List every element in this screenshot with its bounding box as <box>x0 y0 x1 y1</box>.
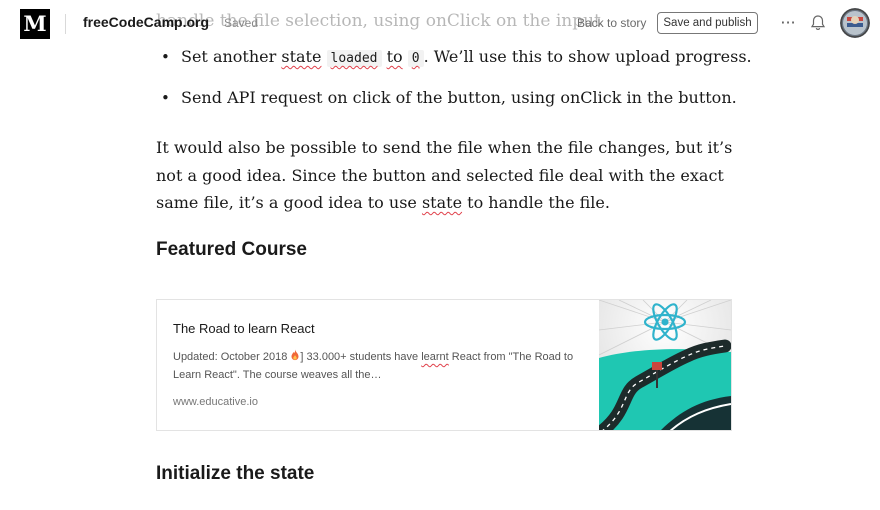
flame-icon <box>291 349 299 361</box>
article-paragraph: It would also be possible to send the fi… <box>156 134 736 217</box>
user-avatar[interactable] <box>840 8 870 38</box>
list-item: Set another state loaded to 0. We’ll use… <box>160 44 760 72</box>
spellcheck-word: state <box>281 47 322 66</box>
bullet-text: Set another <box>181 47 282 66</box>
back-to-story-link[interactable]: Back to story <box>577 16 646 30</box>
embed-desc-text: Updated: October 2018 <box>173 351 291 363</box>
save-and-publish-button[interactable]: Save and publish <box>657 12 758 34</box>
inline-code: loaded <box>326 50 382 67</box>
bullet-text: Send API request on click of the button,… <box>181 88 737 107</box>
list-item: Send API request on click of the button,… <box>160 85 760 111</box>
spellcheck-word: to <box>386 47 403 66</box>
header-divider <box>65 14 66 34</box>
more-options-icon[interactable]: ··· <box>778 12 798 34</box>
notifications-bell-icon[interactable] <box>808 13 828 33</box>
publication-name[interactable]: freeCodeCamp.org <box>83 14 209 30</box>
bullet-list: Set another state loaded to 0. We’ll use… <box>160 44 760 111</box>
paragraph-text: to handle the file. <box>462 193 610 212</box>
spellcheck-word: state <box>421 193 463 212</box>
embed-desc-text: ] 33.000+ students have <box>300 351 422 363</box>
embed-title: The Road to learn React <box>173 321 315 336</box>
top-bar: handle the file selection, using onClick… <box>0 0 880 48</box>
embed-card[interactable]: The Road to learn React Updated: October… <box>156 299 732 431</box>
medium-logo[interactable]: M <box>20 9 50 39</box>
embed-description: Updated: October 2018 ] 33.000+ students… <box>173 348 593 384</box>
bullet-text: . We’ll use this to show upload progress… <box>423 47 752 66</box>
spellcheck-word: learnt <box>421 351 449 363</box>
react-road-illustration <box>599 300 731 430</box>
embed-url: www.educative.io <box>173 396 258 408</box>
save-status: Saved <box>224 16 259 30</box>
inline-code: 0 <box>407 50 424 67</box>
section-heading: Initialize the state <box>156 463 315 484</box>
section-heading: Featured Course <box>156 239 307 260</box>
